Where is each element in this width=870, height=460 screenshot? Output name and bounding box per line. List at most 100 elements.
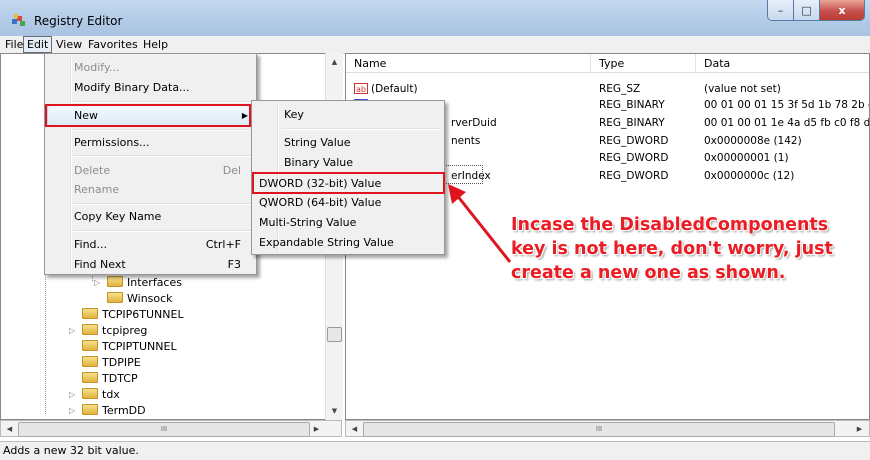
- folder-icon: [82, 340, 98, 351]
- highlight-box-dword: [252, 172, 445, 194]
- submenu-item-string-value[interactable]: String Value: [284, 134, 351, 152]
- folder-icon: [107, 276, 123, 287]
- tree-item-label: TCPIPTUNNEL: [102, 340, 177, 353]
- menu-separator: [73, 155, 253, 157]
- menu-favorites[interactable]: Favorites: [85, 37, 141, 52]
- menu-separator: [73, 129, 253, 131]
- menu-item-find[interactable]: Find...: [74, 236, 107, 254]
- maximize-button[interactable]: □: [794, 0, 820, 20]
- window-title: Registry Editor: [34, 14, 123, 28]
- value-name-row-4[interactable]: nents: [451, 134, 480, 148]
- annotation-arrow-icon: [448, 184, 512, 263]
- value-type: REG_DWORD: [599, 152, 669, 164]
- tree-item-label: TermDD: [102, 404, 146, 417]
- menu-shortcut-find: Ctrl+F: [205, 238, 241, 251]
- value-type: REG_BINARY: [599, 99, 665, 111]
- menu-separator: [73, 101, 253, 103]
- value-type: REG_DWORD: [599, 135, 669, 147]
- menu-item-delete[interactable]: Delete: [74, 162, 110, 180]
- string-value-icon: ab: [354, 83, 368, 94]
- scroll-down-arrow-icon[interactable]: ▼: [327, 404, 342, 418]
- menu-item-permissions[interactable]: Permissions...: [74, 134, 150, 152]
- folder-icon: [107, 292, 123, 303]
- highlight-box-new: [45, 104, 251, 127]
- tree-item-tdpipe[interactable]: TDPIPE: [82, 355, 141, 371]
- minimize-button[interactable]: –: [768, 0, 794, 20]
- tree-item-tdtcp[interactable]: TDTCP: [82, 371, 138, 387]
- tree-item-label: TDTCP: [102, 372, 138, 385]
- tree-item-tcpip6tunnel[interactable]: TCPIP6TUNNEL: [82, 307, 184, 323]
- tree-item-tdx[interactable]: ▷ tdx: [69, 387, 120, 403]
- tree-item-termdd[interactable]: ▷ TermDD: [69, 403, 146, 419]
- value-data: (value not set): [704, 83, 781, 95]
- scroll-right-arrow-icon[interactable]: ▶: [309, 422, 324, 436]
- value-name-row-3[interactable]: rverDuid: [451, 116, 497, 130]
- tree-item-label: Winsock: [127, 292, 173, 305]
- folder-icon: [82, 356, 98, 367]
- scrollbar-thumb[interactable]: [327, 327, 342, 342]
- submenu-item-qword-value[interactable]: QWORD (64-bit) Value: [259, 194, 381, 212]
- tree-item-tcpiptunnel[interactable]: TCPIPTUNNEL: [82, 339, 177, 355]
- column-header-data[interactable]: Data: [696, 54, 869, 73]
- value-data: 00 01 00 01 15 3f 5d 1b 78 2b cb e6 f: [704, 99, 869, 111]
- values-horizontal-scrollbar[interactable]: ◀ III ▶: [345, 420, 870, 437]
- tree-item-interfaces[interactable]: ▷ Interfaces: [94, 275, 182, 291]
- menu-edit[interactable]: Edit: [23, 36, 53, 53]
- value-data: 0x0000000c (12): [704, 170, 795, 182]
- folder-icon: [82, 308, 98, 319]
- submenu-item-binary-value[interactable]: Binary Value: [284, 154, 353, 172]
- tree-item-label: tcpipreg: [102, 324, 148, 337]
- scroll-left-arrow-icon[interactable]: ◀: [347, 422, 362, 436]
- menu-item-copy-key-name[interactable]: Copy Key Name: [74, 208, 161, 226]
- submenu-item-multi-string-value[interactable]: Multi-String Value: [259, 214, 356, 232]
- tree-item-label: tdx: [102, 388, 120, 401]
- menu-separator: [282, 128, 441, 130]
- expand-arrow-icon[interactable]: ▷: [69, 387, 75, 403]
- value-name-label: (Default): [371, 83, 418, 95]
- folder-icon: [82, 372, 98, 383]
- tree-item-label: TDPIPE: [102, 356, 141, 369]
- close-button[interactable]: x: [820, 0, 864, 20]
- menu-separator: [73, 230, 253, 232]
- scrollbar-thumb[interactable]: III: [363, 422, 835, 437]
- scroll-left-arrow-icon[interactable]: ◀: [2, 422, 17, 436]
- menu-help[interactable]: Help: [140, 37, 171, 52]
- column-header-type[interactable]: Type: [591, 54, 696, 73]
- submenu-item-key[interactable]: Key: [284, 106, 304, 124]
- edit-menu-dropdown: Modify... Modify Binary Data... New ▶ Pe…: [44, 53, 257, 275]
- menu-item-rename[interactable]: Rename: [74, 181, 119, 199]
- expand-arrow-icon[interactable]: ▷: [94, 275, 100, 291]
- folder-icon: [82, 388, 98, 399]
- menu-shortcut-find-next: F3: [227, 258, 241, 271]
- value-data: 0x00000001 (1): [704, 152, 789, 164]
- tree-item-label: TCPIP6TUNNEL: [102, 308, 184, 321]
- expand-arrow-icon[interactable]: ▷: [69, 323, 75, 339]
- tree-item-tcpipreg[interactable]: ▷ tcpipreg: [69, 323, 148, 339]
- column-header-name[interactable]: Name: [346, 54, 591, 73]
- folder-icon: [82, 404, 98, 415]
- scroll-right-arrow-icon[interactable]: ▶: [852, 422, 867, 436]
- menu-item-find-next[interactable]: Find Next: [74, 256, 126, 274]
- title-bar: Registry Editor – □ x: [0, 0, 870, 36]
- submenu-item-expandable-string-value[interactable]: Expandable String Value: [259, 234, 394, 252]
- value-type: REG_DWORD: [599, 170, 669, 182]
- menu-view[interactable]: View: [53, 37, 85, 52]
- tree-item-label: Interfaces: [127, 276, 182, 289]
- menu-bar: File Edit View Favorites Help: [0, 36, 870, 54]
- folder-icon: [82, 324, 98, 335]
- menu-item-modify-binary[interactable]: Modify Binary Data...: [74, 79, 190, 97]
- menu-separator: [73, 203, 253, 205]
- tree-item-winsock[interactable]: Winsock: [107, 291, 173, 307]
- menu-gutter: [70, 56, 72, 272]
- menu-item-modify[interactable]: Modify...: [74, 59, 119, 77]
- tree-horizontal-scrollbar[interactable]: ◀ III ▶: [0, 420, 342, 437]
- registry-editor-icon: [12, 14, 25, 26]
- value-data: 00 01 00 01 1e 4a d5 fb c0 f8 da 09 5: [704, 117, 870, 129]
- scroll-up-arrow-icon[interactable]: ▲: [327, 55, 342, 69]
- value-data: 0x0000008e (142): [704, 135, 802, 147]
- expand-arrow-icon[interactable]: ▷: [69, 403, 75, 419]
- value-type: REG_SZ: [599, 83, 641, 95]
- scrollbar-thumb[interactable]: III: [18, 422, 310, 437]
- annotation-text: Incase the DisabledComponents key is not…: [511, 215, 833, 283]
- value-name-default[interactable]: ab (Default): [354, 82, 418, 96]
